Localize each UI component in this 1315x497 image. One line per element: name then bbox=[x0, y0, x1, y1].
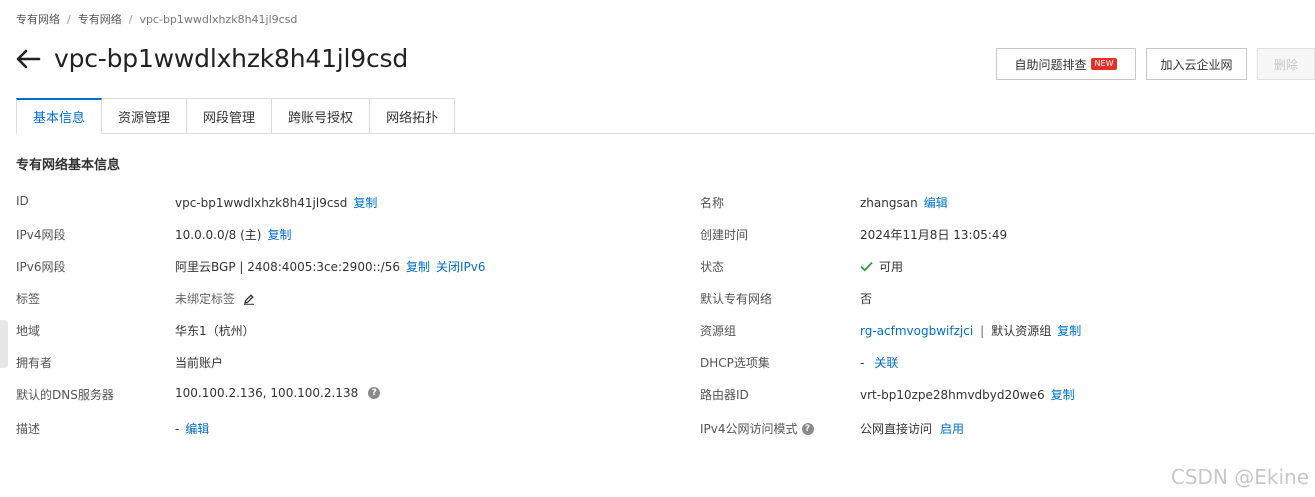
tab-cross-account-auth[interactable]: 跨账号授权 bbox=[272, 98, 371, 134]
edit-pencil-icon[interactable] bbox=[243, 293, 255, 305]
join-cen-button[interactable]: 加入云企业网 bbox=[1146, 48, 1247, 80]
dhcp-value: - bbox=[860, 355, 865, 370]
default-vpc-value: 否 bbox=[860, 292, 873, 306]
breadcrumb-item-vpc[interactable]: 专有网络 bbox=[16, 13, 60, 26]
self-check-label: 自助问题排查 bbox=[1014, 57, 1087, 72]
name-value: zhangsan bbox=[860, 195, 918, 210]
id-field: vpc-bp1wwdlxhzk8h41jl9csd 复制 bbox=[175, 194, 377, 211]
breadcrumb: 专有网络 / 专有网络 / vpc-bp1wwdlxhzk8h41jl9csd bbox=[16, 11, 297, 27]
ipv4-field: 10.0.0.0/8 (主) 复制 bbox=[175, 226, 292, 243]
page-header: vpc-bp1wwdlxhzk8h41jl9csd bbox=[14, 44, 408, 73]
status-label: 状态 bbox=[700, 260, 725, 274]
check-icon bbox=[860, 261, 873, 272]
back-arrow-icon[interactable] bbox=[14, 45, 42, 73]
resource-group-id-link[interactable]: rg-acfmvogbwifzjci bbox=[860, 324, 973, 338]
status-field: 可用 bbox=[860, 258, 903, 275]
section-title: 专有网络基本信息 bbox=[16, 158, 121, 173]
dns-field: 100.100.2.136, 100.100.2.138 ? bbox=[175, 386, 381, 400]
tag-label: 标签 bbox=[16, 292, 41, 306]
created-value: 2024年11月8日 13:05:49 bbox=[860, 228, 1008, 242]
id-label: ID bbox=[16, 194, 29, 208]
owner-label: 拥有者 bbox=[16, 356, 53, 370]
self-check-button[interactable]: 自助问题排查 NEW bbox=[996, 48, 1136, 80]
dhcp-label: DHCP选项集 bbox=[700, 356, 770, 370]
help-question-icon[interactable]: ? bbox=[801, 422, 814, 435]
default-vpc-label: 默认专有网络 bbox=[700, 292, 773, 306]
resource-group-name: 默认资源组 bbox=[991, 324, 1052, 338]
breadcrumb-current: vpc-bp1wwdlxhzk8h41jl9csd bbox=[139, 13, 298, 26]
tab-network-topology[interactable]: 网络拓扑 bbox=[370, 98, 456, 134]
tab-bar: 基本信息 资源管理 网段管理 跨账号授权 网络拓扑 bbox=[16, 98, 456, 134]
region-label: 地域 bbox=[16, 324, 41, 338]
resource-group-copy-link[interactable]: 复制 bbox=[1057, 322, 1081, 339]
ipv4-public-label-group: IPv4公网访问模式 ? bbox=[700, 420, 814, 437]
ipv4-public-value: 公网直接访问 bbox=[860, 422, 933, 436]
ipv6-value: 阿里云BGP | 2408:4005:3ce:2900::/56 bbox=[175, 260, 400, 274]
dhcp-associate-link[interactable]: 关联 bbox=[874, 354, 898, 371]
name-field: zhangsan 编辑 bbox=[860, 194, 948, 211]
ipv4-copy-link[interactable]: 复制 bbox=[267, 226, 291, 243]
ipv6-field: 阿里云BGP | 2408:4005:3ce:2900::/56 复制 关闭IP… bbox=[175, 258, 486, 275]
router-label: 路由器ID bbox=[700, 388, 749, 402]
breadcrumb-item-vpc-list[interactable]: 专有网络 bbox=[78, 13, 122, 26]
desc-field: - 编辑 bbox=[175, 420, 209, 437]
id-copy-link[interactable]: 复制 bbox=[353, 194, 377, 211]
owner-value: 当前账户 bbox=[175, 356, 224, 370]
tab-resource-management[interactable]: 资源管理 bbox=[102, 98, 188, 134]
desc-value: - bbox=[175, 421, 180, 436]
tab-cidr-management[interactable]: 网段管理 bbox=[187, 98, 273, 134]
ipv4-public-label: IPv4公网访问模式 bbox=[700, 422, 798, 436]
header-actions: 自助问题排查 NEW 加入云企业网 删除 bbox=[996, 48, 1315, 80]
dhcp-field: - 关联 bbox=[860, 354, 898, 371]
sidebar-collapse-handle[interactable] bbox=[0, 320, 8, 368]
tab-basic-info[interactable]: 基本信息 bbox=[16, 98, 103, 134]
name-label: 名称 bbox=[700, 196, 725, 210]
dns-value: 100.100.2.136, 100.100.2.138 bbox=[175, 386, 359, 400]
new-badge: NEW bbox=[1090, 58, 1118, 70]
id-value: vpc-bp1wwdlxhzk8h41jl9csd bbox=[175, 195, 348, 210]
tag-field: 未绑定标签 bbox=[175, 290, 255, 307]
ipv6-label: IPv6网段 bbox=[16, 260, 66, 274]
router-value: vrt-bp10zpe28hmvdbyd20we6 bbox=[860, 387, 1045, 402]
help-question-icon[interactable]: ? bbox=[368, 387, 381, 399]
breadcrumb-separator: / bbox=[128, 13, 133, 26]
resource-group-field: rg-acfmvogbwifzjci | 默认资源组 复制 bbox=[860, 322, 1081, 339]
router-field: vrt-bp10zpe28hmvdbyd20we6 复制 bbox=[860, 386, 1075, 403]
ipv4-value: 10.0.0.0/8 (主) bbox=[175, 228, 262, 242]
close-ipv6-link[interactable]: 关闭IPv6 bbox=[436, 258, 486, 275]
tag-value: 未绑定标签 bbox=[175, 292, 236, 306]
resource-group-label: 资源组 bbox=[700, 324, 737, 338]
ipv6-copy-link[interactable]: 复制 bbox=[406, 258, 430, 275]
ipv4-label: IPv4网段 bbox=[16, 228, 66, 242]
status-value: 可用 bbox=[879, 260, 904, 274]
desc-label: 描述 bbox=[16, 422, 41, 436]
delete-button[interactable]: 删除 bbox=[1257, 48, 1315, 80]
ipv4-public-enable-link[interactable]: 启用 bbox=[940, 420, 964, 437]
watermark: CSDN @Ekine bbox=[1170, 465, 1309, 489]
ipv4-public-field: 公网直接访问 启用 bbox=[860, 420, 964, 437]
region-value: 华东1（杭州） bbox=[175, 324, 255, 338]
dns-label: 默认的DNS服务器 bbox=[16, 388, 114, 402]
name-edit-link[interactable]: 编辑 bbox=[924, 194, 948, 211]
resource-group-separator: | bbox=[980, 323, 985, 338]
breadcrumb-separator: / bbox=[67, 13, 71, 26]
created-label: 创建时间 bbox=[700, 228, 749, 242]
desc-edit-link[interactable]: 编辑 bbox=[185, 420, 209, 437]
delete-label: 删除 bbox=[1273, 57, 1298, 72]
join-cen-label: 加入云企业网 bbox=[1160, 57, 1233, 72]
router-copy-link[interactable]: 复制 bbox=[1051, 386, 1075, 403]
page-title: vpc-bp1wwdlxhzk8h41jl9csd bbox=[54, 44, 409, 73]
